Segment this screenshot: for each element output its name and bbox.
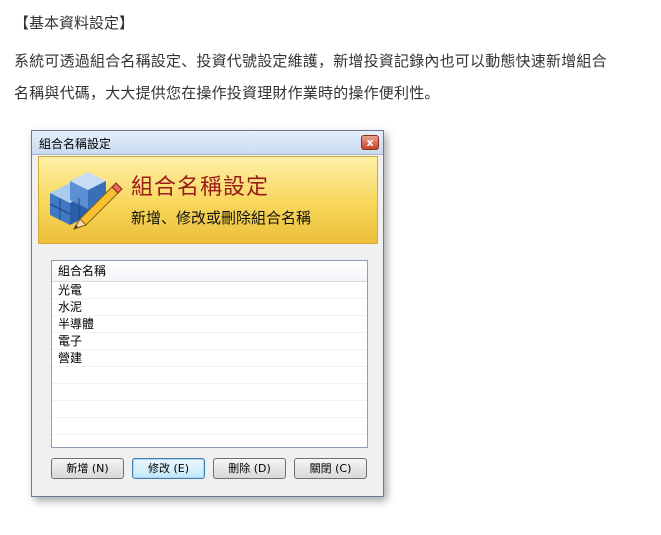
pencil-cubes-icon	[49, 172, 123, 230]
delete-button[interactable]: 刪除 (D)	[213, 458, 286, 479]
empty-row	[52, 401, 367, 418]
list-item[interactable]: 營建	[52, 350, 367, 367]
dialog-title: 組合名稱設定	[39, 137, 112, 151]
add-button[interactable]: 新增 (N)	[51, 458, 124, 479]
empty-row	[52, 367, 367, 384]
list-column-header[interactable]: 組合名稱	[52, 261, 367, 282]
empty-row	[52, 418, 367, 435]
close-button[interactable]: 關閉 (C)	[294, 458, 367, 479]
description-line-1: 系統可透過組合名稱設定、投資代號設定維護，新增投資記錄內也可以動態快速新增組合	[14, 52, 607, 70]
list-item[interactable]: 光電	[52, 282, 367, 299]
banner-title: 組合名稱設定	[131, 175, 270, 200]
description-line-2: 名稱與代碼，大大提供您在操作投資理財作業時的操作便利性。	[14, 84, 440, 102]
list-item[interactable]: 電子	[52, 333, 367, 350]
list-item[interactable]: 水泥	[52, 299, 367, 316]
banner-subtitle: 新增、修改或刪除組合名稱	[131, 209, 312, 227]
list-item[interactable]: 半導體	[52, 316, 367, 333]
edit-button[interactable]: 修改 (E)	[132, 458, 205, 479]
dialog-banner: 組合名稱設定 新增、修改或刪除組合名稱	[38, 156, 378, 244]
dialog-titlebar[interactable]: 組合名稱設定 x	[32, 131, 383, 155]
empty-row	[52, 384, 367, 401]
section-heading: 【基本資料設定】	[14, 14, 135, 32]
portfolio-name-dialog: 組合名稱設定 x 組合名稱設定 新增、修改或刪除組合名稱 組合名稱 光電 水泥 …	[31, 130, 384, 497]
portfolio-list[interactable]: 組合名稱 光電 水泥 半導體 電子 營建	[51, 260, 368, 448]
close-icon[interactable]: x	[361, 135, 379, 150]
